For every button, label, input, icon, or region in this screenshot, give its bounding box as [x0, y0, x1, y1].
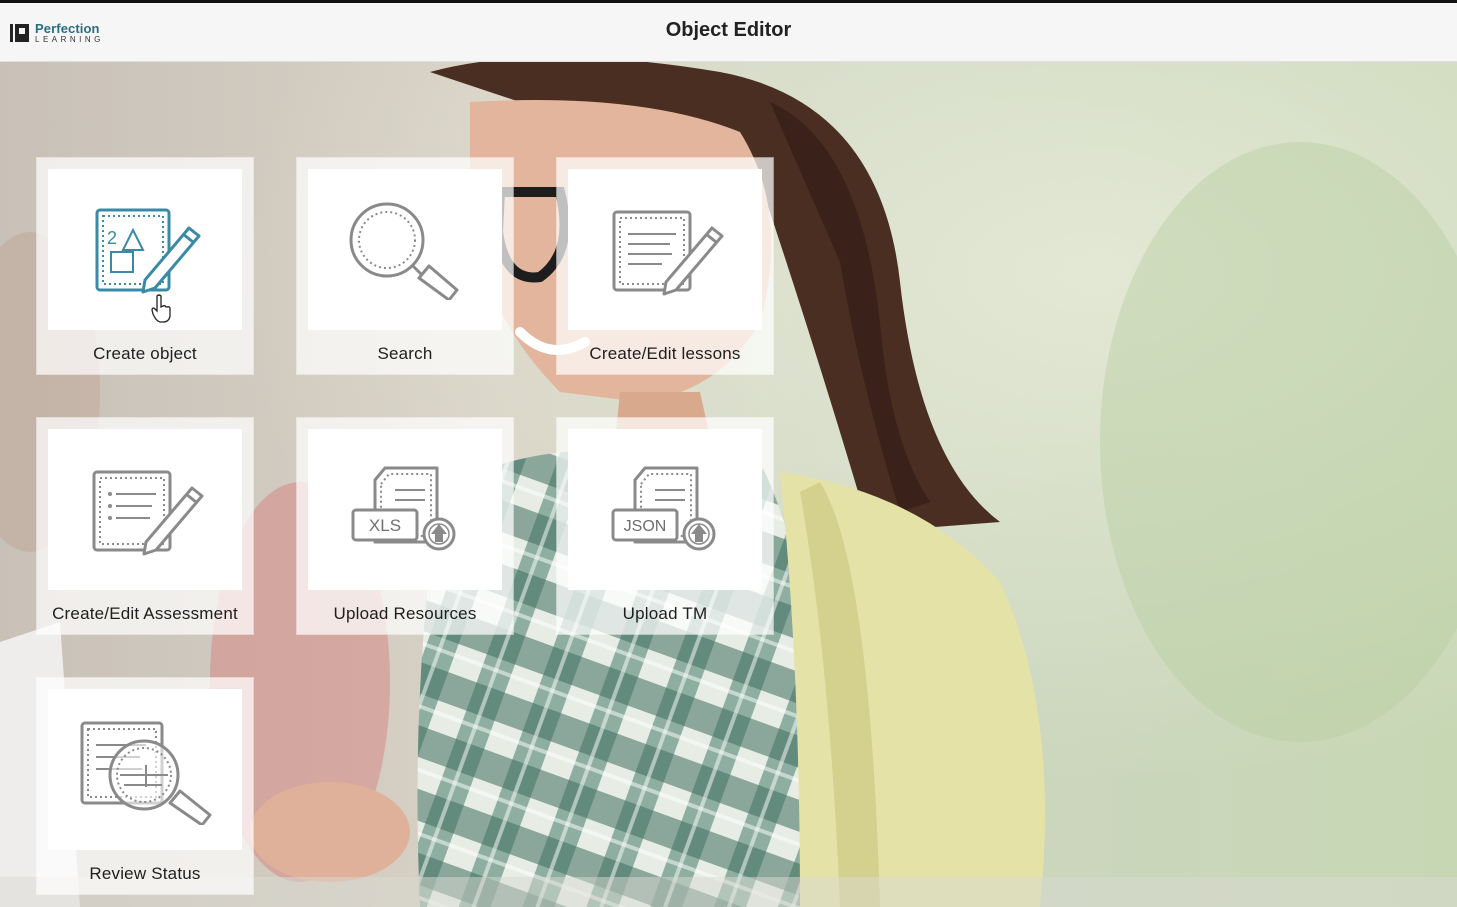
tile-icon-area	[568, 169, 762, 330]
tile-review-status[interactable]: Review Status	[37, 678, 253, 894]
edit-lessons-icon	[612, 210, 724, 295]
page-title: Object Editor	[665, 19, 792, 41]
svg-text:2: 2	[107, 228, 117, 248]
tile-label: Review Status	[89, 864, 201, 883]
tile-create-object[interactable]: 2 Create object	[37, 158, 253, 374]
json-badge-text: JSON	[624, 518, 667, 535]
tile-icon-area	[48, 689, 242, 850]
tile-upload-resources[interactable]: XLS Upload Resources	[297, 418, 513, 634]
tile-icon-area: XLS	[308, 429, 502, 590]
tile-label: Create object	[93, 344, 197, 363]
tile-icon-area: JSON	[568, 429, 762, 590]
tile-label: Search	[377, 344, 433, 363]
hand-pointer-icon	[151, 294, 171, 323]
tile-label: Upload TM	[622, 604, 708, 623]
tile-label: Create/Edit lessons	[589, 344, 741, 363]
tile-label: Create/Edit Assessment	[52, 604, 238, 623]
tile-create-edit-lessons[interactable]: Create/Edit lessons	[557, 158, 773, 374]
tile-label: Upload Resources	[333, 604, 477, 623]
tile-search[interactable]: Search	[297, 158, 513, 374]
search-icon	[349, 202, 459, 300]
app-header: Perfection LEARNING Object Editor	[0, 3, 1457, 62]
xls-badge-text: XLS	[369, 516, 401, 535]
create-object-icon: 2	[95, 208, 201, 293]
tile-icon-area	[48, 429, 242, 590]
tile-icon-area	[308, 169, 502, 330]
tile-create-edit-assessment[interactable]: Create/Edit Assessment	[37, 418, 253, 634]
tile-upload-tm[interactable]: JSON Upload TM	[557, 418, 773, 634]
upload-xls-icon: XLS	[351, 466, 456, 550]
upload-json-icon: JSON	[611, 466, 716, 550]
edit-assessment-icon	[92, 470, 204, 555]
review-status-icon	[80, 721, 212, 825]
tile-icon-area: 2	[48, 169, 242, 330]
